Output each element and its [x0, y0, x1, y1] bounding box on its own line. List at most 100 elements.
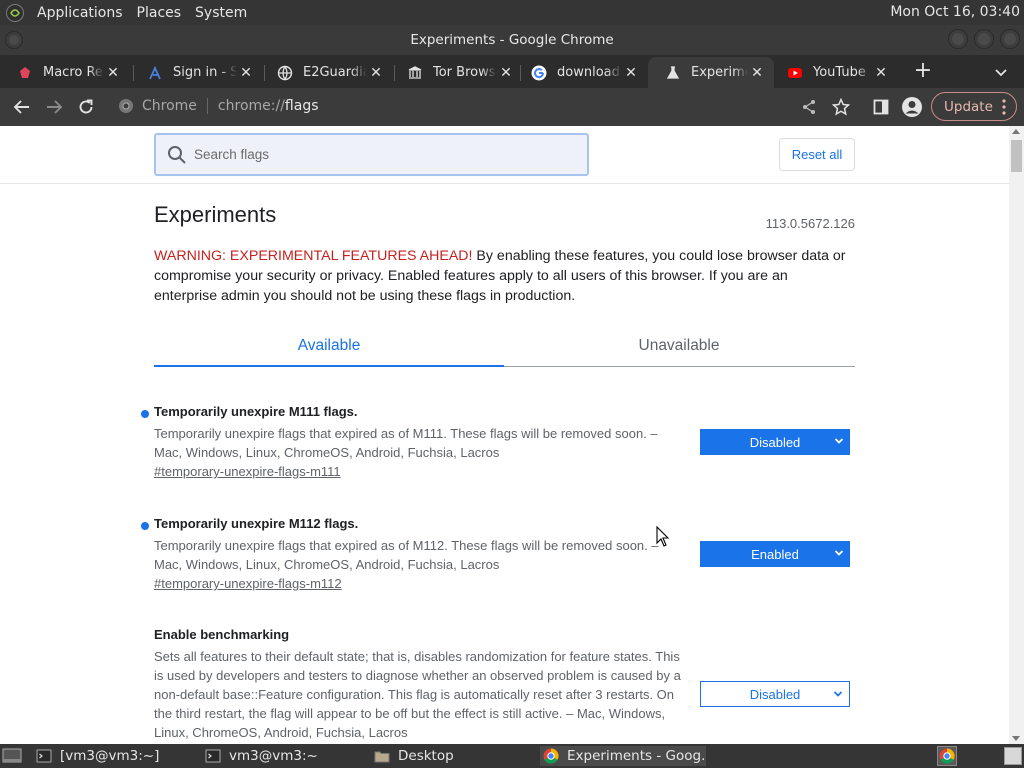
tab-unavailable[interactable]: Unavailable	[504, 326, 854, 366]
google-icon	[531, 65, 547, 81]
close-icon[interactable]: ✕	[748, 64, 766, 82]
tab-download-google[interactable]: download Google ✕	[514, 57, 648, 88]
scrollbar-thumb[interactable]	[1011, 140, 1022, 172]
close-icon[interactable]: ✕	[622, 64, 640, 82]
reset-all-button[interactable]: Reset all	[779, 138, 855, 171]
close-icon[interactable]: ✕	[367, 64, 385, 82]
macro-recorder-icon	[17, 65, 33, 81]
tab-strip: Macro Recorder ✕ Sign in - Sentry ✕ E2Gu…	[0, 55, 1024, 88]
bookmark-star-icon[interactable]	[830, 96, 852, 118]
taskbar-label: Experiments - Goog…	[567, 748, 706, 764]
scroll-down-icon[interactable]	[1012, 736, 1020, 741]
tab-label: Experiments	[691, 65, 748, 80]
tab-sign-in[interactable]: Sign in - Sentry ✕	[130, 57, 263, 88]
omnibox[interactable]: Chrome chrome://flags	[110, 92, 860, 122]
back-arrow-icon[interactable]	[11, 96, 33, 118]
taskbar-label: [vm3@vm3:~]	[60, 748, 160, 764]
reload-icon[interactable]	[75, 96, 97, 118]
applications-menu[interactable]: Applications	[30, 0, 130, 25]
taskbar-label: Desktop	[398, 748, 454, 764]
warning-heading: WARNING: EXPERIMENTAL FEATURES AHEAD!	[154, 248, 473, 264]
tab-macro-recorder[interactable]: Macro Recorder ✕	[0, 57, 130, 88]
tab-e2guardian[interactable]: E2Guardian ✕	[260, 57, 393, 88]
flags-search-header: Reset all	[0, 126, 1009, 184]
folder-icon	[374, 751, 390, 763]
flag-state-value: Disabled	[749, 434, 801, 450]
flask-icon	[665, 65, 681, 81]
page-title: Experiments	[154, 202, 277, 227]
system-menu[interactable]: System	[188, 0, 254, 25]
browser-toolbar: Chrome chrome://flags Update	[0, 88, 1024, 126]
youtube-icon	[787, 65, 803, 81]
flag-link[interactable]: #temporary-unexpire-flags-m112	[154, 576, 342, 591]
flag-state-select[interactable]: Disabled	[700, 681, 850, 707]
tab-youtube[interactable]: YouTube ✕	[770, 57, 898, 88]
search-box[interactable]	[154, 133, 589, 176]
flag-entry: Temporarily unexpire M112 flags. Tempora…	[141, 516, 855, 593]
gnome-menu-icon[interactable]	[6, 3, 24, 22]
window-menu-button[interactable]	[5, 31, 23, 49]
taskbar-item-desktop[interactable]: Desktop	[374, 746, 538, 766]
flag-entry: Enable benchmarking Sets all features to…	[154, 627, 855, 742]
chevron-down-icon	[834, 438, 844, 444]
top-panel: Applications Places System Mon Oct 16, 0…	[0, 0, 1024, 25]
tab-label: download Google	[557, 65, 622, 80]
url-path: flags	[284, 98, 319, 114]
search-flags-input[interactable]	[194, 147, 574, 162]
minimize-button[interactable]	[948, 29, 968, 49]
mouse-cursor-icon	[656, 526, 670, 547]
profile-avatar-icon[interactable]	[901, 96, 923, 118]
places-menu[interactable]: Places	[130, 0, 189, 25]
close-icon[interactable]: ✕	[237, 64, 255, 82]
sentry-icon	[147, 65, 163, 81]
close-icon[interactable]: ✕	[104, 64, 122, 82]
workspace-switcher[interactable]	[1004, 747, 1022, 765]
flag-description: Temporarily unexpire flags that expired …	[154, 426, 658, 460]
window-titlebar[interactable]: Experiments - Google Chrome	[0, 25, 1024, 55]
taskbar-item-terminal-1[interactable]: [vm3@vm3:~]	[36, 746, 200, 766]
chevron-down-icon[interactable]	[992, 63, 1010, 81]
new-tab-button[interactable]: +	[912, 60, 934, 83]
kebab-menu-icon[interactable]	[1002, 99, 1006, 115]
tab-label: Tor Browser	[433, 65, 497, 80]
globe-icon	[277, 65, 293, 81]
vertical-scrollbar[interactable]	[1009, 126, 1024, 744]
forward-arrow-icon[interactable]	[43, 96, 65, 118]
chrome-tray-icon[interactable]	[937, 746, 957, 766]
show-desktop-icon[interactable]	[2, 747, 22, 768]
chevron-down-icon	[834, 550, 844, 556]
window-title: Experiments - Google Chrome	[410, 32, 614, 48]
close-icon[interactable]: ✕	[872, 64, 890, 82]
update-label: Update	[944, 98, 993, 115]
flag-link[interactable]: #temporary-unexpire-flags-m111	[154, 464, 341, 479]
side-panel-icon[interactable]	[870, 96, 892, 118]
tab-tor-browser[interactable]: Tor Browser ✕	[390, 57, 523, 88]
url-scheme: chrome://	[217, 98, 285, 114]
close-window-button[interactable]	[1000, 29, 1020, 49]
close-icon[interactable]: ✕	[497, 64, 515, 82]
flag-state-select[interactable]: Disabled	[700, 429, 850, 455]
scroll-up-icon[interactable]	[1012, 129, 1020, 134]
tab-experiments[interactable]: Experiments ✕	[648, 57, 774, 88]
share-icon[interactable]	[798, 96, 820, 118]
tab-label: Sign in - Sentry	[173, 65, 237, 80]
availability-tabs: Available Unavailable	[154, 326, 855, 367]
building-icon	[407, 65, 423, 81]
search-icon	[168, 145, 186, 164]
flag-name: Temporarily unexpire M112 flags.	[154, 516, 359, 531]
tab-available[interactable]: Available	[154, 326, 504, 367]
flag-state-select[interactable]: Enabled	[700, 541, 850, 567]
taskbar-item-chrome[interactable]: Experiments - Goog…	[540, 746, 706, 766]
taskbar-item-terminal-2[interactable]: vm3@vm3:~	[205, 746, 369, 766]
warning-message: WARNING: EXPERIMENTAL FEATURES AHEAD! By…	[154, 246, 854, 306]
site-chip[interactable]: Chrome chrome://flags	[118, 98, 319, 114]
update-button[interactable]: Update	[931, 92, 1017, 121]
clock[interactable]: Mon Oct 16, 03:40	[890, 4, 1020, 20]
tab-label: YouTube	[813, 65, 866, 80]
site-chip-label: Chrome	[142, 98, 197, 114]
maximize-button[interactable]	[974, 29, 994, 49]
chevron-down-icon	[833, 691, 843, 697]
version-label: 113.0.5672.126	[765, 216, 855, 231]
tab-label: E2Guardian	[303, 65, 367, 80]
modified-indicator	[141, 522, 149, 530]
